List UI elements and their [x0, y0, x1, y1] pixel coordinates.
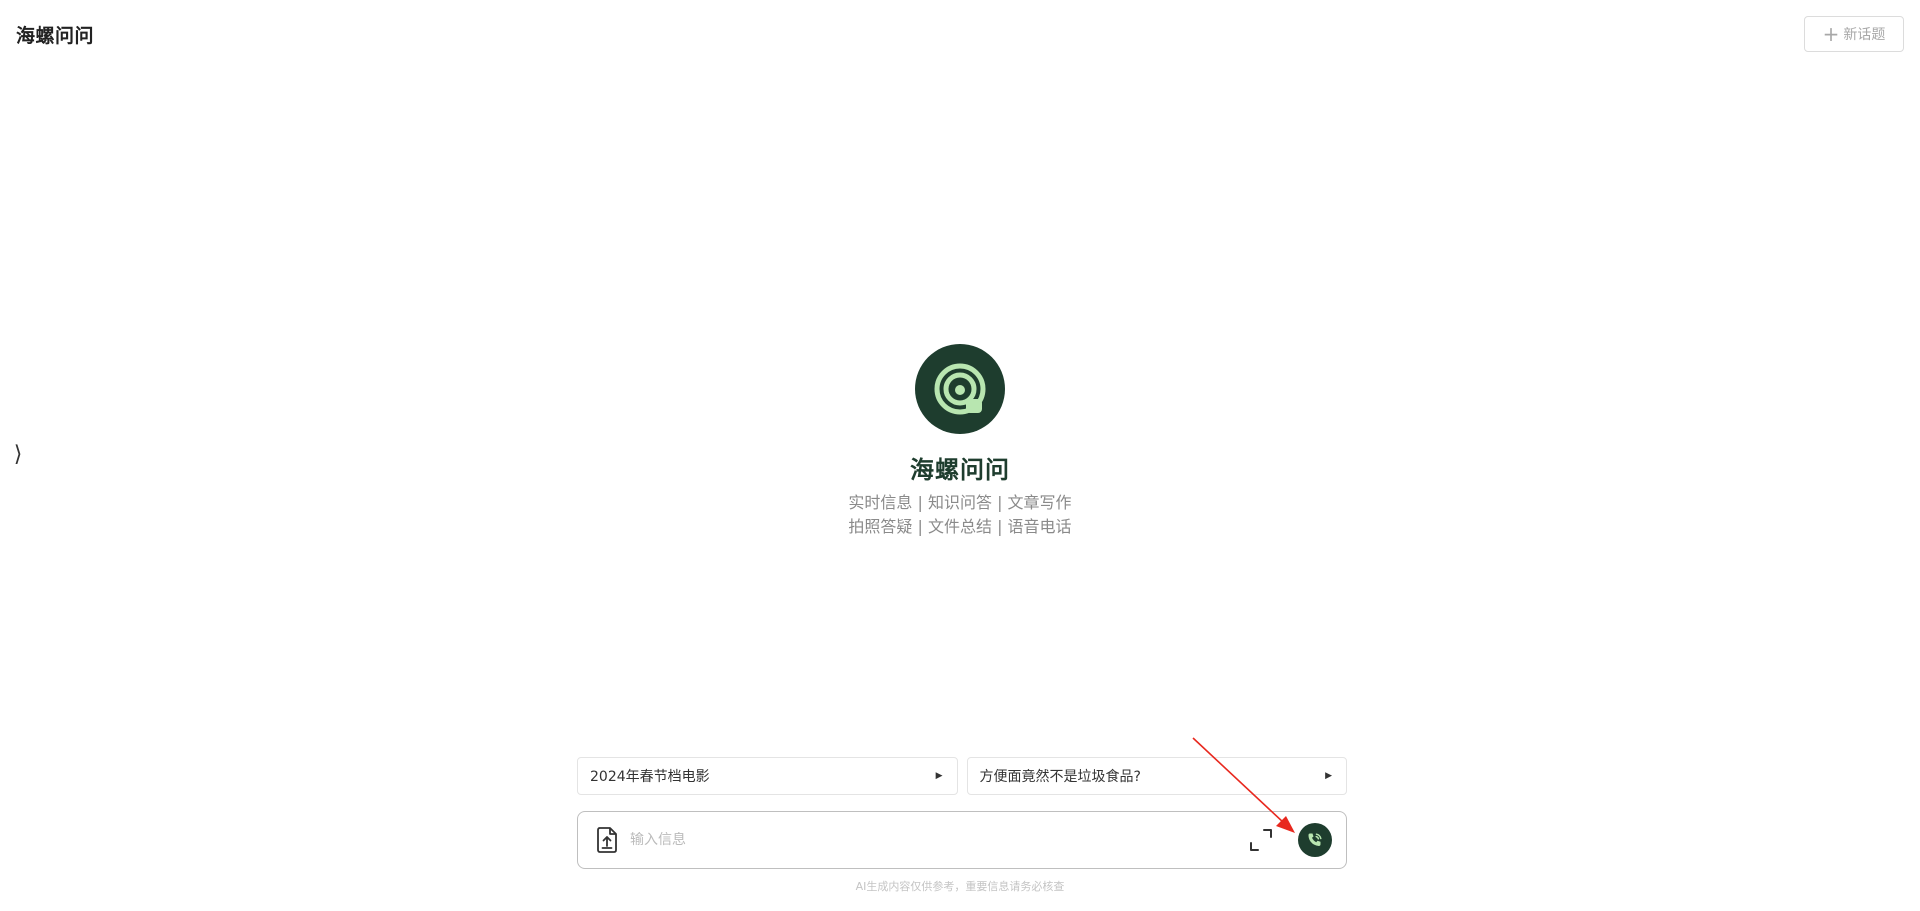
app-root: 海螺问问 + 新话题 ⟩ 海螺问问 实时信息 | 知识问答 | 文章写作 拍照答… [0, 0, 1920, 911]
expand-icon[interactable] [1248, 827, 1274, 853]
message-composer [577, 811, 1347, 869]
snail-spiral-icon [915, 344, 1005, 434]
welcome-hero: 海螺问问 实时信息 | 知识问答 | 文章写作 拍照答疑 | 文件总结 | 语音… [0, 344, 1920, 539]
ai-disclaimer: AI生成内容仅供参考，重要信息请务必核查 [855, 880, 1065, 893]
suggestion-label: 方便面竟然不是垃圾食品? [979, 769, 1141, 785]
plus-icon: + [1822, 22, 1840, 46]
hero-title: 海螺问问 [910, 456, 1010, 484]
suggestion-chip[interactable]: 2024年春节档电影 ▶ [577, 757, 958, 795]
suggestion-label: 2024年春节档电影 [590, 769, 710, 785]
suggestion-chip[interactable]: 方便面竟然不是垃圾食品? ▶ [966, 757, 1347, 795]
phone-call-icon [1308, 833, 1322, 846]
triangle-right-icon: ▶ [935, 771, 943, 781]
upload-file-icon[interactable] [594, 826, 620, 854]
feature-list-line-1: 实时信息 | 知识问答 | 文章写作 [848, 493, 1072, 512]
feature-list-line-2: 拍照答疑 | 文件总结 | 语音电话 [848, 517, 1072, 536]
triangle-right-icon: ▶ [1325, 771, 1332, 781]
message-input[interactable] [630, 832, 1248, 848]
voice-call-button[interactable] [1298, 823, 1332, 857]
new-topic-button[interactable]: + 新话题 [1804, 16, 1904, 52]
suggestion-list: 2024年春节档电影 ▶ 方便面竟然不是垃圾食品? ▶ [577, 757, 1347, 795]
new-topic-label: 新话题 [1843, 27, 1886, 43]
app-title: 海螺问问 [16, 25, 95, 47]
